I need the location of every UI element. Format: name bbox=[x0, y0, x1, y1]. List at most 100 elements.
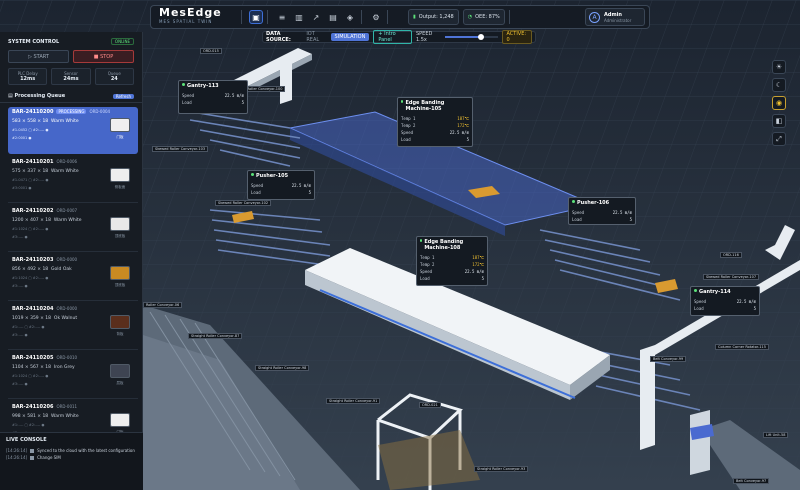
equipment-label[interactable]: Roller Conveyor-100 bbox=[244, 86, 286, 92]
metric-row: Temp 2 172℃ bbox=[420, 262, 484, 267]
cube-icon[interactable]: ◈ bbox=[343, 10, 357, 24]
metric-row: Load 5 bbox=[401, 137, 469, 142]
equipment-label[interactable]: Skewed Roller Conveyor-102 bbox=[215, 200, 272, 206]
log-icon bbox=[30, 449, 35, 453]
order-code: ORD-0004 bbox=[89, 109, 111, 114]
speed-slider[interactable] bbox=[445, 34, 499, 40]
start-button[interactable]: ▷ START bbox=[8, 50, 69, 63]
stat-queue: Queue 24 bbox=[94, 68, 134, 85]
dimensions: 998 × 581 × 18 bbox=[12, 414, 49, 419]
metric-row: Speed 22.5 m/m bbox=[420, 269, 484, 274]
bell-icon[interactable]: ◉ bbox=[772, 96, 786, 110]
trend-icon[interactable]: ↗ bbox=[309, 10, 323, 24]
machine-card-edge-banding-108[interactable]: Edge Banding Machine-108 Temp 1 187℃ Temp 2… bbox=[416, 236, 488, 286]
metric-row: Load 5 bbox=[572, 217, 632, 222]
expand-icon[interactable]: ⤢ bbox=[772, 132, 786, 146]
order-code: ORD-0011 bbox=[56, 404, 78, 409]
material-swatch bbox=[110, 315, 130, 329]
equipment-label[interactable]: Belt Conveyor-97 bbox=[733, 478, 770, 484]
speed-knob[interactable] bbox=[478, 34, 485, 40]
chart-icon[interactable]: ▤ bbox=[326, 10, 340, 24]
dimensions: 583 × 558 × 18 bbox=[12, 119, 49, 124]
queue-header: ▤ Processing Queue Refresh bbox=[0, 85, 142, 103]
equipment-label[interactable]: Straight Roller Conveyor-87 bbox=[188, 333, 243, 339]
material: Warm White bbox=[53, 218, 82, 223]
material-swatch bbox=[110, 266, 130, 280]
live-console: LIVE CONSOLE [14:26:14] Synced to the clo… bbox=[0, 432, 143, 490]
user-menu[interactable]: A Admin Administrator bbox=[585, 8, 645, 26]
system-control-header: SYSTEM CONTROL ONLINE bbox=[0, 32, 142, 45]
equipment-label[interactable]: Lift Unit-58 bbox=[763, 432, 789, 438]
settings-icon[interactable]: ⚙ bbox=[369, 10, 383, 24]
dimensions: 1200 × 407 × 18 bbox=[12, 218, 52, 223]
queue-item[interactable]: BAR-24110200 PROCESSING ORD-0004 583 × 558 … bbox=[8, 107, 138, 154]
equipment-label[interactable]: Straight Roller Conveyor-91 bbox=[326, 398, 381, 404]
moon-icon[interactable]: ☾ bbox=[772, 78, 786, 92]
app-logo: MesEdge MES SPATIAL TWIN bbox=[159, 6, 222, 25]
queue-item[interactable]: BAR-24110201 ORD-0006 575 × 337 × 18 Warm … bbox=[8, 157, 138, 203]
part-name: 门板 bbox=[116, 135, 124, 139]
source-option-simulation[interactable]: SIMULATION bbox=[330, 33, 370, 41]
system-stats: PLC Delay 12ms Sensor 24ms Queue 24 bbox=[0, 68, 142, 85]
queue-item-id: BAR-24110201 bbox=[12, 159, 54, 165]
machine-card-edge-banding-105[interactable]: Edge Banding Machine-105 Temp 1 187℃ Temp 2… bbox=[397, 97, 473, 147]
bars-icon[interactable]: ▥ bbox=[292, 10, 306, 24]
queue-item-id: BAR-24110206 bbox=[12, 404, 54, 410]
list-icon[interactable]: ≡ bbox=[275, 10, 289, 24]
equipment-label[interactable]: Belt Conveyor-99 bbox=[650, 356, 687, 362]
material: Warm White bbox=[51, 119, 79, 124]
metric-row: Temp 1 187℃ bbox=[401, 116, 469, 121]
stat-plc-delay: PLC Delay 12ms bbox=[8, 68, 48, 85]
machine-title: Pusher-105 bbox=[251, 173, 311, 179]
equipment-label[interactable]: ORD-015 bbox=[200, 48, 222, 54]
stop-button[interactable]: ■ STOP bbox=[73, 50, 134, 63]
online-dot-icon bbox=[401, 100, 404, 103]
material-swatch bbox=[110, 364, 130, 378]
material-swatch bbox=[110, 168, 130, 182]
source-option-iot[interactable]: IOT REAL bbox=[306, 31, 326, 43]
online-dot-icon bbox=[420, 239, 423, 242]
equipment-label[interactable]: Straight Roller Conveyor-98 bbox=[255, 365, 310, 371]
machine-card-gantry-113[interactable]: Gantry-113 Speed 22.5 m/m Load 5 bbox=[178, 80, 248, 114]
machine-card-gantry-114[interactable]: Gantry-114 Speed 22.5 m/m Load 5 bbox=[690, 286, 760, 316]
queue-item[interactable]: BAR-24110203 ORD-0000 856 × 492 × 18 Gold … bbox=[8, 255, 138, 301]
material: Ok Walnut bbox=[53, 316, 78, 321]
layers-icon[interactable]: ◧ bbox=[772, 114, 786, 128]
queue-item[interactable]: BAR-24110204 ORD-0000 1019 × 359 × 18 Ok W… bbox=[8, 304, 138, 350]
order-code: ORD-0010 bbox=[56, 355, 78, 360]
material: Gold Oak bbox=[51, 267, 72, 272]
equipment-label[interactable]: Straight Roller Conveyor-93 bbox=[474, 466, 529, 472]
metric-row: Speed 22.5 m/m bbox=[401, 130, 469, 135]
queue-item-id: BAR-24110200 bbox=[12, 109, 54, 115]
equipment-label[interactable]: Skewed Roller Conveyor-103 bbox=[152, 146, 209, 152]
queue-item[interactable]: BAR-24110202 ORD-0007 1200 × 407 × 18 Warm… bbox=[8, 206, 138, 252]
metric-row: Load 5 bbox=[694, 306, 756, 311]
online-dot-icon bbox=[251, 173, 254, 176]
refresh-button[interactable]: Refresh bbox=[112, 93, 134, 99]
output-counter: ▮ Output: 1,248 bbox=[408, 9, 459, 25]
machine-card-pusher-105[interactable]: Pusher-105 Speed 22.5 m/m Load 5 bbox=[247, 170, 315, 200]
equipment-label[interactable]: ORD-021 bbox=[419, 402, 441, 408]
part-name: 背板 bbox=[116, 332, 124, 336]
dimensions: 1019 × 359 × 18 bbox=[12, 316, 52, 321]
equipment-label[interactable]: Skewed Roller Conveyor-107 bbox=[703, 274, 760, 280]
queue-item[interactable]: BAR-24110205 ORD-0010 1104 × 567 × 18 Iron… bbox=[8, 353, 138, 399]
oee-icon: ◔ bbox=[467, 14, 473, 20]
equipment-label[interactable]: Roller Conveyor-06 bbox=[143, 302, 183, 308]
machine-card-pusher-106[interactable]: Pusher-106 Speed 22.5 m/m Load 5 bbox=[568, 197, 636, 225]
divider bbox=[387, 10, 388, 24]
order-code: ORD-0007 bbox=[56, 208, 78, 213]
equipment-label[interactable]: Column Corner Rotator-115 bbox=[715, 344, 770, 350]
equipment-label[interactable]: ORD-116 bbox=[720, 252, 742, 258]
divider bbox=[241, 10, 242, 24]
sun-icon[interactable]: ☀ bbox=[772, 60, 786, 74]
divider bbox=[508, 10, 510, 24]
dashboard-icon[interactable]: ▣ bbox=[249, 10, 263, 24]
queue-item-id: BAR-24110205 bbox=[12, 355, 54, 361]
divider bbox=[267, 10, 268, 24]
metric-row: Speed 22.5 m/m bbox=[572, 210, 632, 215]
metric-row: Load 5 bbox=[420, 276, 484, 281]
intro-panel-button[interactable]: + Intro Panel bbox=[373, 30, 412, 44]
console-line: [14:26:14] Change SIM bbox=[6, 455, 61, 460]
metric-row: Speed 22.5 m/m bbox=[182, 93, 244, 98]
